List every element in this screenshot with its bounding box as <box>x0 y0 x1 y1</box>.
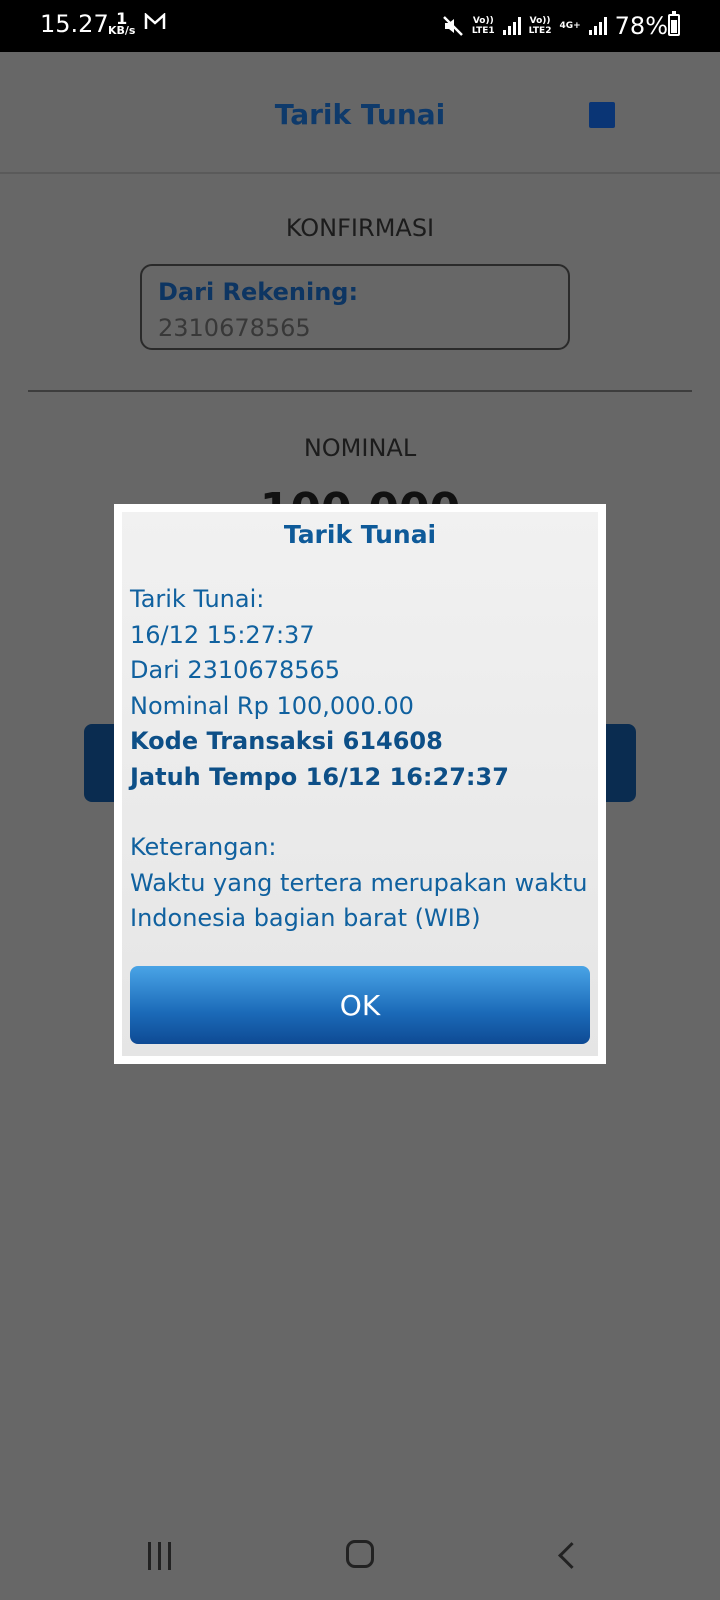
dialog-note-line1: Waktu yang tertera merupakan waktu <box>130 868 588 897</box>
back-icon[interactable] <box>558 1542 585 1569</box>
sim1-signal-icon <box>502 17 521 35</box>
dialog-line-nominal: Nominal Rp 100,000.00 <box>130 691 414 720</box>
menu-icon[interactable] <box>589 102 615 128</box>
dialog-title: Tarik Tunai <box>283 520 437 549</box>
sim2-volte-label: Vo)) LTE2 <box>528 16 552 36</box>
recents-icon[interactable] <box>148 1542 171 1570</box>
dialog-note-label: Keterangan: <box>130 833 277 861</box>
sim1-volte-label: Vo)) LTE1 <box>471 16 495 36</box>
dialog-message: Tarik Tunai: 16/12 15:27:37 Dari 2310678… <box>130 582 590 937</box>
ok-button[interactable]: OK <box>130 966 590 1044</box>
gmail-icon <box>144 12 166 35</box>
status-time: 15.27 <box>40 10 109 38</box>
status-bar: 15.27 1 KB/s Vo)) LTE1 Vo)) LTE2 4G+ 78% <box>0 0 720 52</box>
mute-icon <box>442 15 464 37</box>
divider <box>28 390 692 392</box>
battery-icon <box>668 11 680 36</box>
from-account-value: 2310678565 <box>158 314 311 342</box>
network-speed-unit: KB/s <box>108 24 136 37</box>
navigation-bar <box>0 1514 720 1600</box>
confirm-heading: KONFIRMASI <box>285 214 435 242</box>
page-header: Tarik Tunai <box>0 52 720 174</box>
dialog-panel: Tarik Tunai Tarik Tunai: 16/12 15:27:37 … <box>122 512 598 1056</box>
home-icon[interactable] <box>346 1540 374 1568</box>
transaction-dialog: Tarik Tunai Tarik Tunai: 16/12 15:27:37 … <box>114 504 606 1064</box>
network-type-label: 4G+ <box>559 21 581 31</box>
dialog-line-due: Jatuh Tempo 16/12 16:27:37 <box>130 762 509 791</box>
from-account-box: Dari Rekening: 2310678565 <box>140 264 570 350</box>
network-speed: 1 KB/s <box>108 11 136 37</box>
battery-percent: 78% <box>614 12 668 40</box>
dialog-line-from: Dari 2310678565 <box>130 656 341 684</box>
dialog-line-transaction-code: Kode Transaksi 614608 <box>130 727 443 755</box>
dialog-line-datetime: 16/12 15:27:37 <box>130 620 315 649</box>
nominal-heading: NOMINAL <box>303 434 417 462</box>
dialog-note-line2: Indonesia bagian barat (WIB) <box>130 904 481 932</box>
from-account-label: Dari Rekening: <box>158 278 359 306</box>
sim2-signal-icon <box>588 17 607 35</box>
dialog-line-heading: Tarik Tunai: <box>130 585 265 613</box>
